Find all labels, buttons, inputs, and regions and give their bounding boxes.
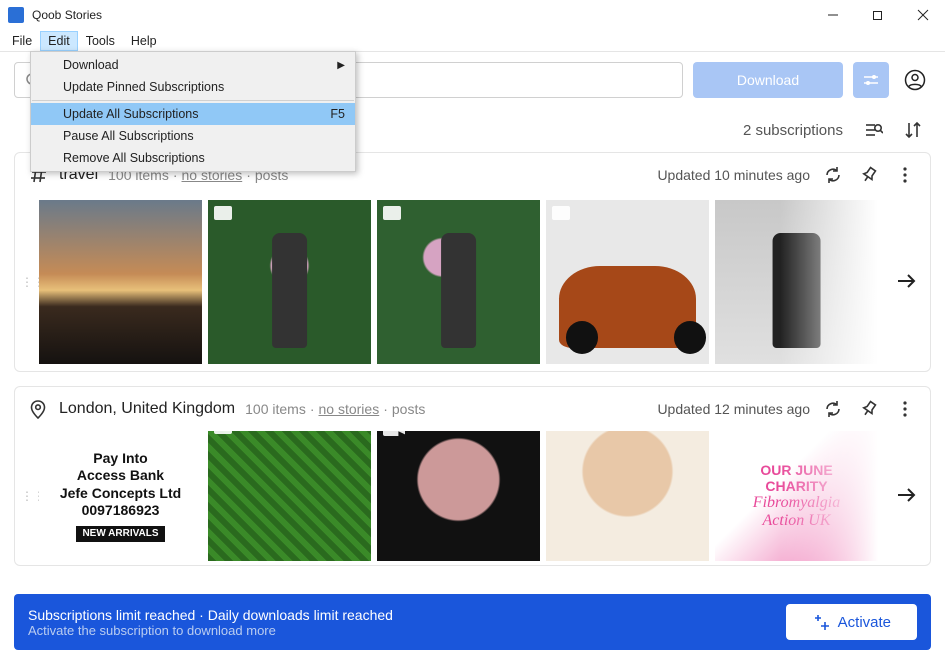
pin-button[interactable] [856,396,882,422]
menu-update-pinned[interactable]: Update Pinned Subscriptions [31,76,355,98]
menu-separator [32,100,354,101]
app-title: Qoob Stories [32,8,810,22]
pin-button[interactable] [856,162,882,188]
menu-remove-all[interactable]: Remove All Subscriptions [31,147,355,169]
thumbnail[interactable] [377,200,540,364]
menubar: File Edit Tools Help [0,30,945,52]
thumbnail[interactable] [546,200,709,364]
window-maximize-button[interactable] [855,0,900,30]
drag-handle-icon[interactable]: ⋮⋮ [21,275,33,289]
refresh-button[interactable] [820,396,846,422]
banner-main-text: Subscriptions limit reached · Daily down… [28,607,393,623]
thumbnail-strip: ⋮⋮ Pay Into Access Bank Jefe Concepts Lt… [15,431,930,561]
edit-dropdown: Download ▶ Update Pinned Subscriptions U… [30,51,356,172]
app-icon [8,7,24,23]
menu-help[interactable]: Help [123,31,165,51]
user-icon [904,69,926,91]
subscription-updated: Updated 12 minutes ago [657,401,810,417]
thumbnail[interactable] [377,431,540,561]
window-close-button[interactable] [900,0,945,30]
titlebar: Qoob Stories [0,0,945,30]
submenu-arrow-icon: ▶ [337,60,345,71]
thumbnail[interactable]: Pay Into Access Bank Jefe Concepts Ltd 0… [39,431,202,561]
thumbnail[interactable] [715,200,878,364]
no-stories-link[interactable]: no stories [319,401,380,417]
sort-button[interactable] [903,120,923,140]
subscription-name[interactable]: London, United Kingdom [59,400,235,418]
limit-banner: Subscriptions limit reached · Daily down… [14,594,931,650]
download-button[interactable]: Download [693,62,843,98]
media-badge-icon [552,206,570,220]
location-icon [27,398,49,420]
menu-download-label: Download [63,58,119,72]
next-arrow-button[interactable] [888,477,924,513]
search-list-button[interactable] [863,120,883,140]
media-badge-icon [383,206,401,220]
subscription-updated: Updated 10 minutes ago [657,167,810,183]
subscription-block: travel 100 items·no stories·posts Update… [14,152,931,372]
menu-update-all[interactable]: Update All Subscriptions F5 [31,103,355,125]
menu-pause-all[interactable]: Pause All Subscriptions [31,125,355,147]
subscription-block: London, United Kingdom 100 items·no stor… [14,386,931,566]
thumbnail[interactable]: OUR JUNE CHARITY Fibromyalgia Action UK [715,431,878,561]
thumbnail-strip: ⋮⋮ [15,197,930,367]
subscriptions-count: 2 subscriptions [743,122,843,139]
media-badge-icon [214,206,232,220]
filter-settings-button[interactable] [853,62,889,98]
sliders-icon [862,71,880,89]
subscription-meta: 100 items·no stories·posts [245,401,425,417]
activate-button[interactable]: Activate [786,604,917,640]
thumbnail[interactable] [208,431,371,561]
thumbnail[interactable] [546,431,709,561]
menu-download[interactable]: Download ▶ [31,54,355,76]
media-badge-icon [214,431,232,434]
more-button[interactable] [892,396,918,422]
menu-update-all-shortcut: F5 [330,107,345,121]
banner-sub-text: Activate the subscription to download mo… [28,623,393,638]
menu-edit[interactable]: Edit [40,31,78,51]
account-button[interactable] [899,64,931,96]
thumbnail[interactable] [208,200,371,364]
next-arrow-button[interactable] [888,263,924,299]
drag-handle-icon[interactable]: ⋮⋮ [21,489,33,503]
thumbnail[interactable] [39,200,202,364]
menu-tools[interactable]: Tools [78,31,123,51]
subscription-header: London, United Kingdom 100 items·no stor… [15,387,930,431]
video-badge-icon [383,431,405,436]
menu-file[interactable]: File [4,31,40,51]
more-button[interactable] [892,162,918,188]
sparkle-icon [812,613,830,631]
refresh-button[interactable] [820,162,846,188]
window-minimize-button[interactable] [810,0,855,30]
